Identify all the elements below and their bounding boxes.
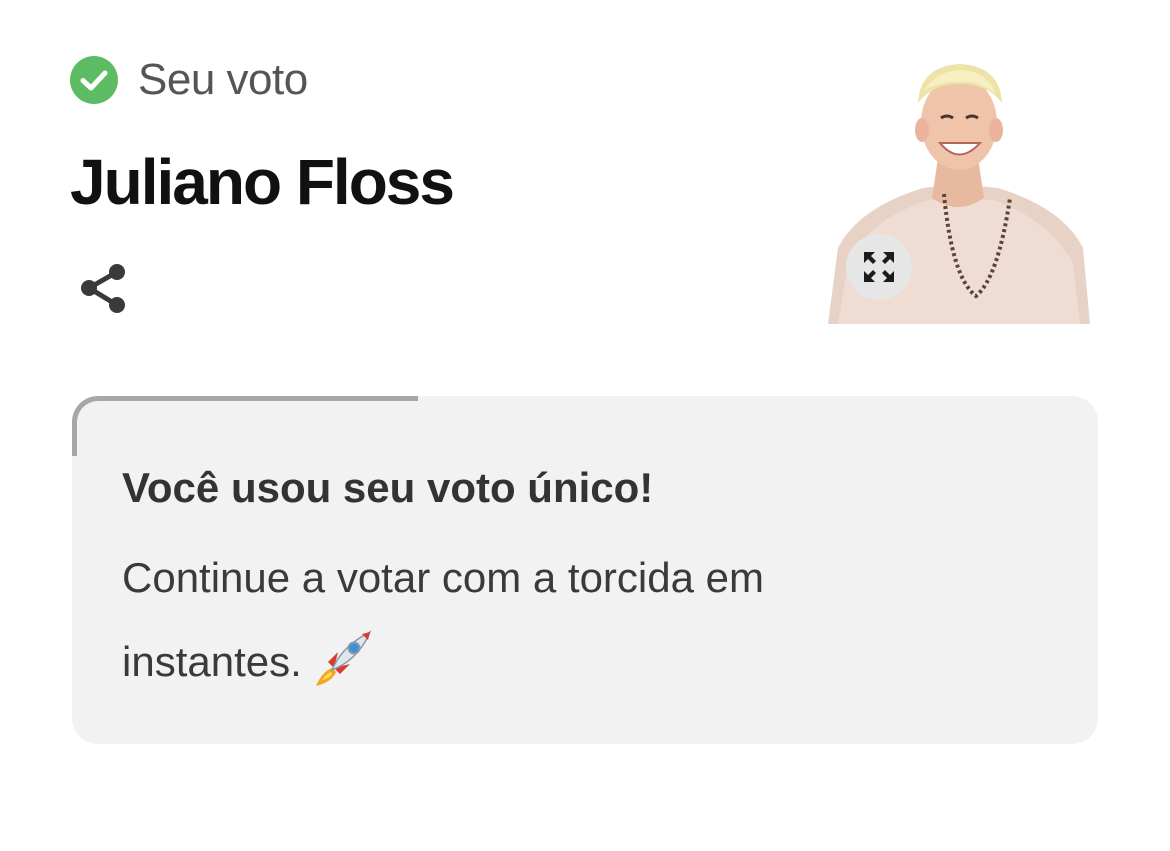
expand-photo-button[interactable] <box>846 234 912 300</box>
vote-header: Seu voto Juliano Floss <box>70 50 790 330</box>
notice-message-container: Continue a votar com a torcida em instan… <box>122 536 942 704</box>
vote-status-label: Seu voto <box>138 55 308 104</box>
expand-icon <box>864 252 894 282</box>
participant-name: Juliano Floss <box>70 146 455 218</box>
vote-status: Seu voto <box>70 50 790 110</box>
share-button[interactable] <box>76 262 130 316</box>
vote-notice-card: Você usou seu voto único! Continue a vot… <box>72 396 1098 744</box>
share-icon <box>81 264 125 313</box>
check-circle-icon <box>70 56 118 104</box>
notice-title: Você usou seu voto único! <box>122 464 654 511</box>
countdown-progress-bar <box>72 396 418 456</box>
rocket-emoji-icon <box>312 628 374 690</box>
notice-message: Continue a votar com a torcida em instan… <box>122 554 764 685</box>
